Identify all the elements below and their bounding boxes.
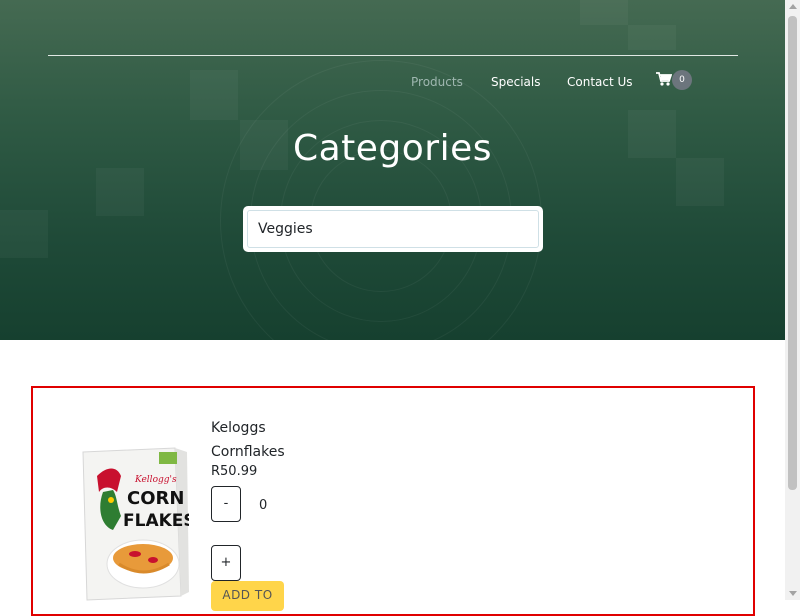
product-name: Keloggs Cornflakes — [211, 420, 285, 460]
product-image: Kellogg's CORN FLAKES — [82, 447, 189, 601]
add-to-cart-button[interactable]: ADD TO — [211, 581, 284, 611]
nav-contact-us[interactable]: Contact Us — [567, 75, 633, 89]
scroll-thumb[interactable] — [788, 16, 797, 490]
header-divider — [48, 55, 738, 56]
scroll-up-icon[interactable] — [789, 4, 797, 9]
cart-count-badge: 0 — [672, 70, 692, 90]
increment-button[interactable]: + — [211, 545, 241, 581]
flakes-text: FLAKES — [123, 511, 189, 531]
corn-text: CORN — [127, 488, 184, 509]
decrement-button[interactable]: - — [211, 486, 241, 522]
page-title: Categories — [292, 128, 493, 169]
search-box — [243, 206, 543, 252]
quantity-value: 0 — [259, 498, 268, 513]
page-scrollbar[interactable] — [785, 0, 800, 600]
hero-banner: Products Specials Contact Us 0 Categorie… — [0, 0, 785, 340]
cart-icon[interactable] — [656, 72, 672, 86]
product-price: R50.99 — [211, 464, 258, 479]
search-input[interactable] — [247, 210, 539, 248]
scroll-down-icon[interactable] — [789, 591, 797, 596]
product-card: Kellogg's CORN FLAKES Keloggs Cornflakes… — [31, 386, 755, 616]
brand-text: Kellogg's — [134, 475, 177, 485]
nav-specials[interactable]: Specials — [491, 75, 541, 89]
nav-products[interactable]: Products — [411, 75, 463, 89]
